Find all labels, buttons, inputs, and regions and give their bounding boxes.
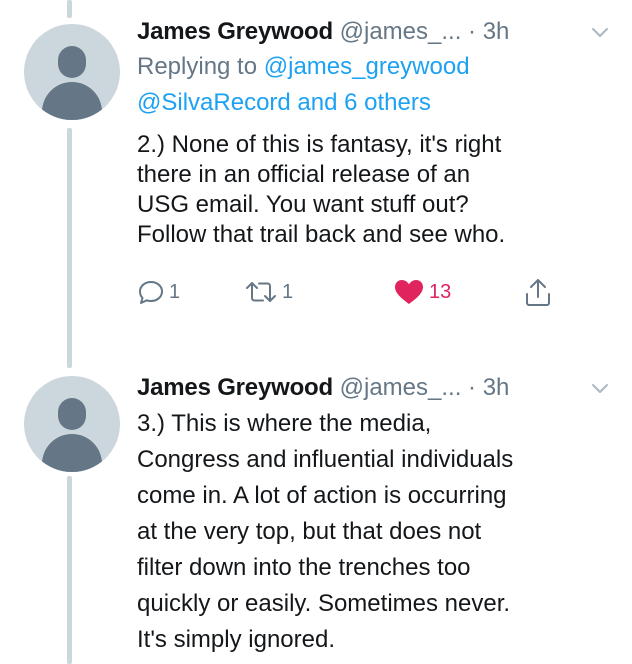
author-name[interactable]: James Greywood	[137, 18, 333, 45]
avatar-head-shape	[58, 46, 86, 78]
chevron-down-icon[interactable]	[590, 22, 610, 42]
avatar-head-shape	[58, 398, 86, 430]
avatar-body-shape	[42, 82, 102, 120]
like-button[interactable]: 13	[393, 272, 451, 312]
avatar[interactable]	[24, 376, 120, 472]
tweet-text: 3.) This is where the media, Congress an…	[137, 410, 514, 653]
like-count: 13	[429, 280, 452, 303]
heart-icon	[395, 280, 423, 304]
author-name[interactable]: James Greywood	[137, 374, 333, 401]
tweet[interactable]: James Greywood @james_... · 3h Replying …	[0, 0, 632, 360]
separator-dot: ·	[468, 18, 477, 45]
reply-button[interactable]: 1	[137, 272, 180, 312]
separator-dot: ·	[468, 374, 477, 401]
author-handle[interactable]: @james_...	[340, 374, 462, 401]
reply-count: 1	[169, 280, 181, 303]
timestamp[interactable]: 3h	[483, 18, 510, 45]
tweet-header: James Greywood @james_... · 3h	[137, 372, 612, 404]
avatar[interactable]	[24, 24, 120, 120]
retweet-count: 1	[282, 280, 294, 303]
timestamp[interactable]: 3h	[483, 374, 510, 401]
tweet-actions: 1 1 13	[137, 272, 612, 312]
tweet-header: James Greywood @james_... · 3h	[137, 16, 612, 48]
author-handle[interactable]: @james_...	[340, 18, 462, 45]
tweet-content: James Greywood @james_... · 3h Replying …	[137, 16, 612, 312]
share-button[interactable]	[524, 272, 552, 312]
replying-prefix: Replying to	[137, 53, 264, 80]
retweet-button[interactable]: 1	[244, 272, 293, 312]
replying-to-link[interactable]: @james_greywood	[264, 53, 470, 80]
replying-to-others-link[interactable]: @SilvaRecord and 6 others	[137, 84, 612, 122]
reply-icon	[139, 281, 163, 304]
chevron-down-icon[interactable]	[590, 378, 610, 398]
avatar-body-shape	[42, 434, 102, 472]
tweet-text: 2.) None of this is fantasy, it's right …	[137, 131, 506, 248]
tweet[interactable]: James Greywood @james_... · 3h 3.) This …	[0, 364, 632, 664]
share-icon	[526, 279, 550, 306]
tweet-content: James Greywood @james_... · 3h 3.) This …	[137, 372, 612, 658]
replying-to-line: Replying to @james_greywood	[137, 48, 612, 86]
retweet-icon	[246, 282, 276, 302]
